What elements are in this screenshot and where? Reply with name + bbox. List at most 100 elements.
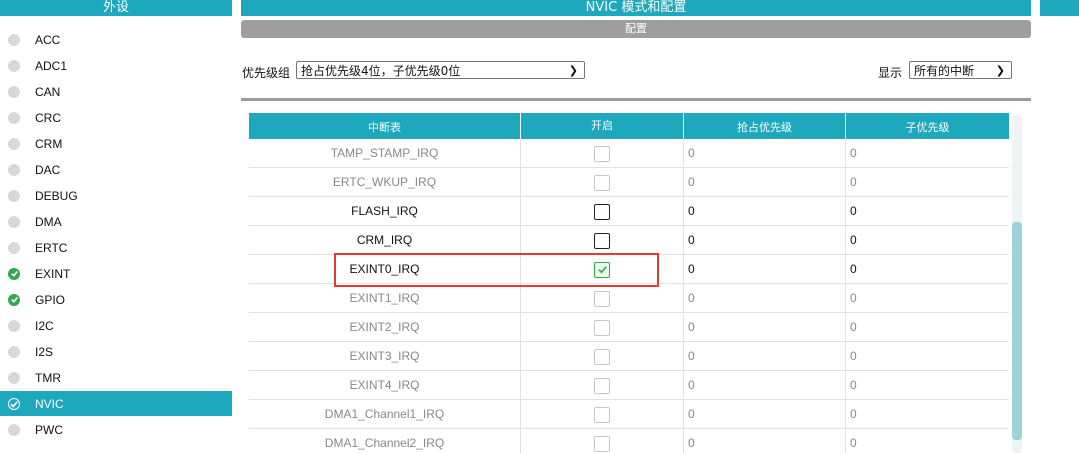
table-row[interactable]: FLASH_IRQ 0 0 <box>249 197 1009 226</box>
sidebar-item-label: I2C <box>35 318 54 333</box>
chevron-down-icon: ❯ <box>995 64 1005 77</box>
enable-checkbox[interactable] <box>594 348 610 365</box>
sidebar-item-pwc[interactable]: PWC <box>0 417 232 442</box>
sub-priority-cell[interactable]: 0 <box>846 255 1009 284</box>
interrupt-name-cell: FLASH_IRQ <box>249 197 521 226</box>
priority-group-value: 抢占优先级4位，子优先级0位 <box>301 64 461 78</box>
preempt-priority-cell[interactable]: 0 <box>684 371 846 400</box>
status-dot-icon <box>8 423 20 436</box>
table-row[interactable]: EXINT1_IRQ 0 0 <box>249 284 1009 313</box>
show-filter-label: 显示 <box>878 66 903 80</box>
show-filter-select[interactable]: 所有的中断 ❯ <box>909 61 1012 79</box>
sub-priority-cell[interactable]: 0 <box>846 139 1009 168</box>
sub-priority-cell[interactable]: 0 <box>846 226 1009 255</box>
sidebar-item-label: EXINT <box>35 266 71 281</box>
enable-cell <box>521 371 684 400</box>
enable-checkbox[interactable] <box>594 435 610 452</box>
status-dot-icon <box>8 241 20 254</box>
table-row[interactable]: TAMP_STAMP_IRQ 0 0 <box>249 139 1009 168</box>
sub-priority-cell[interactable]: 0 <box>846 313 1009 342</box>
sidebar-item-adc1[interactable]: ADC1 <box>0 53 232 78</box>
enable-checkbox[interactable] <box>594 174 610 191</box>
sidebar-item-dma[interactable]: DMA <box>0 209 232 234</box>
table-row[interactable]: EXINT2_IRQ 0 0 <box>249 313 1009 342</box>
sidebar-item-label: NVIC <box>35 396 64 411</box>
interrupt-name-cell: EXINT2_IRQ <box>249 313 521 342</box>
sidebar-item-label: CAN <box>35 84 61 99</box>
enable-checkbox[interactable] <box>594 377 610 394</box>
preempt-priority-cell[interactable]: 0 <box>684 342 846 371</box>
sidebar-item-nvic[interactable]: NVIC <box>0 391 232 416</box>
sidebar-item-label: DAC <box>35 162 61 177</box>
table-row[interactable]: ERTC_WKUP_IRQ 0 0 <box>249 168 1009 197</box>
sidebar-item-label: DMA <box>35 214 62 229</box>
show-filter-value: 所有的中断 <box>914 64 975 78</box>
sub-priority-cell[interactable]: 0 <box>846 197 1009 226</box>
sidebar-item-label: ACC <box>35 32 61 47</box>
sidebar-item-tmr[interactable]: TMR <box>0 365 232 390</box>
sidebar-item-label: TMR <box>35 370 61 385</box>
enable-checkbox[interactable] <box>594 145 610 162</box>
column-header-enable[interactable]: 开启 <box>521 113 684 139</box>
interrupt-name-cell: EXINT1_IRQ <box>249 284 521 313</box>
page-title: NVIC 模式和配置 <box>241 0 1031 16</box>
column-header-interrupt[interactable]: 中断表 <box>249 113 521 139</box>
sub-priority-cell[interactable]: 0 <box>846 371 1009 400</box>
config-section-bar[interactable]: 配置 <box>241 20 1031 38</box>
table-row[interactable]: EXINT4_IRQ 0 0 <box>249 371 1009 400</box>
scrollbar-thumb[interactable] <box>1012 222 1022 440</box>
status-dot-icon <box>8 319 20 332</box>
status-dot-icon <box>8 189 20 202</box>
sidebar-item-debug[interactable]: DEBUG <box>0 183 232 208</box>
enable-checkbox[interactable] <box>594 319 610 336</box>
sub-priority-cell[interactable]: 0 <box>846 429 1009 453</box>
interrupt-name-cell: EXINT3_IRQ <box>249 342 521 371</box>
enable-cell <box>521 400 684 429</box>
sidebar-item-can[interactable]: CAN <box>0 79 232 104</box>
sub-priority-cell[interactable]: 0 <box>846 168 1009 197</box>
preempt-priority-cell[interactable]: 0 <box>684 197 846 226</box>
sidebar-item-crm[interactable]: CRM <box>0 131 232 156</box>
enable-checkbox[interactable] <box>594 232 610 249</box>
enable-cell <box>521 313 684 342</box>
enable-checkbox[interactable] <box>594 203 610 220</box>
column-header-preempt[interactable]: 抢占优先级 <box>684 113 846 139</box>
table-row[interactable]: DMA1_Channel1_IRQ 0 0 <box>249 400 1009 429</box>
table-row[interactable]: DMA1_Channel2_IRQ 0 0 <box>249 429 1009 453</box>
priority-group-select[interactable]: 抢占优先级4位，子优先级0位 ❯ <box>296 61 585 79</box>
sidebar-item-label: ADC1 <box>35 58 68 73</box>
table-row[interactable]: EXINT3_IRQ 0 0 <box>249 342 1009 371</box>
sidebar-item-dac[interactable]: DAC <box>0 157 232 182</box>
interrupt-name-cell: DMA1_Channel2_IRQ <box>249 429 521 453</box>
table-row[interactable]: CRM_IRQ 0 0 <box>249 226 1009 255</box>
preempt-priority-cell[interactable]: 0 <box>684 284 846 313</box>
column-header-sub[interactable]: 子优先级 <box>846 113 1009 139</box>
sidebar-item-label: CRC <box>35 110 61 125</box>
preempt-priority-cell[interactable]: 0 <box>684 400 846 429</box>
sidebar-item-exint[interactable]: EXINT <box>0 261 232 286</box>
interrupt-name-cell: EXINT4_IRQ <box>249 371 521 400</box>
status-dot-icon <box>8 163 20 176</box>
peripheral-sidebar: 外设 ACC ADC1 CAN CRC CRM DAC DEBUG DMA ERTC EXINT G… <box>0 0 232 453</box>
preempt-priority-cell[interactable]: 0 <box>684 313 846 342</box>
preempt-priority-cell[interactable]: 0 <box>684 139 846 168</box>
check-circle-icon <box>8 267 20 280</box>
enable-checkbox[interactable] <box>594 290 610 307</box>
sidebar-item-label: PWC <box>35 422 63 437</box>
interrupt-name-cell: TAMP_STAMP_IRQ <box>249 139 521 168</box>
sidebar-item-crc[interactable]: CRC <box>0 105 232 130</box>
preempt-priority-cell[interactable]: 0 <box>684 255 846 284</box>
sidebar-item-ertc[interactable]: ERTC <box>0 235 232 260</box>
divider <box>241 98 1031 101</box>
sidebar-item-acc[interactable]: ACC <box>0 27 232 52</box>
sub-priority-cell[interactable]: 0 <box>846 400 1009 429</box>
sidebar-item-gpio[interactable]: GPIO <box>0 287 232 312</box>
preempt-priority-cell[interactable]: 0 <box>684 226 846 255</box>
enable-checkbox[interactable] <box>594 406 610 423</box>
sidebar-item-i2c[interactable]: I2C <box>0 313 232 338</box>
preempt-priority-cell[interactable]: 0 <box>684 168 846 197</box>
sidebar-item-i2s[interactable]: I2S <box>0 339 232 364</box>
preempt-priority-cell[interactable]: 0 <box>684 429 846 453</box>
sub-priority-cell[interactable]: 0 <box>846 342 1009 371</box>
sub-priority-cell[interactable]: 0 <box>846 284 1009 313</box>
